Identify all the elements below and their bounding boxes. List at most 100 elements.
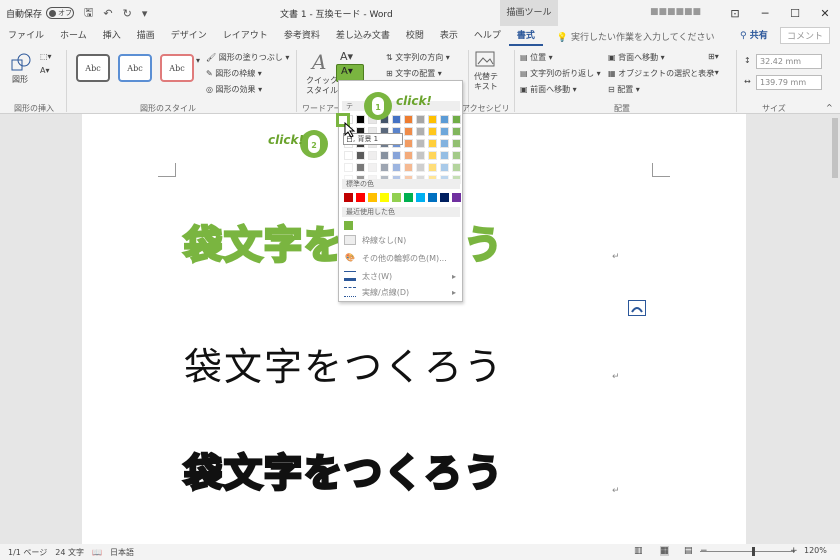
tab-review[interactable]: 校閲 [398, 26, 432, 46]
theme-color-swatch[interactable] [452, 115, 461, 124]
tab-layout[interactable]: レイアウト [215, 26, 276, 46]
save-icon[interactable]: 🖫 [84, 4, 93, 23]
theme-color-swatch[interactable] [440, 127, 449, 136]
theme-color-swatch[interactable] [392, 151, 401, 160]
print-layout-icon[interactable]: ▦ [660, 546, 669, 556]
zoom-out-icon[interactable]: − [700, 546, 708, 556]
theme-color-swatch[interactable] [404, 139, 413, 148]
tell-me-search[interactable]: 💡 実行したい作業を入力してください [557, 30, 715, 43]
more-colors-item[interactable]: 🎨 その他の輪郭の色(M)... [342, 251, 460, 265]
tab-design[interactable]: デザイン [163, 26, 215, 46]
tab-mailings[interactable]: 差し込み文書 [328, 26, 398, 46]
theme-color-swatch[interactable] [392, 115, 401, 124]
theme-color-swatch[interactable] [440, 163, 449, 172]
customize-qat-icon[interactable]: ▾ [142, 7, 148, 20]
weight-item[interactable]: 太さ(W) ▸ [342, 269, 460, 283]
theme-color-swatch[interactable] [428, 139, 437, 148]
theme-color-swatch[interactable] [356, 115, 365, 124]
theme-color-swatch[interactable] [368, 151, 377, 160]
tab-insert[interactable]: 挿入 [95, 26, 129, 46]
alt-text-label[interactable]: 代替テ キスト [474, 72, 498, 92]
theme-color-swatch[interactable] [416, 151, 425, 160]
vertical-scrollbar[interactable] [830, 114, 840, 544]
width-input[interactable]: 139.79 mm [756, 75, 822, 90]
no-outline-item[interactable]: 枠線なし(N) [342, 233, 460, 247]
theme-color-swatch[interactable] [428, 163, 437, 172]
standard-color-swatch[interactable] [344, 193, 353, 202]
quick-styles-icon[interactable]: A [312, 50, 326, 74]
autosave-toggle[interactable]: オフ [46, 7, 75, 19]
language[interactable]: 日本語 [110, 547, 134, 558]
align-button[interactable]: ⊟ 配置 ▾ [608, 84, 640, 95]
close-button[interactable]: ✕ [810, 0, 840, 26]
zoom-slider[interactable] [700, 551, 795, 552]
tab-format[interactable]: 書式 [508, 26, 543, 46]
wrap-text-button[interactable]: ▤ 文字列の折り返し ▾ [520, 68, 601, 79]
style-preset-1[interactable]: Abc [76, 54, 110, 82]
theme-color-swatch[interactable] [404, 127, 413, 136]
alt-text-icon[interactable] [474, 50, 496, 70]
tab-view[interactable]: 表示 [432, 26, 466, 46]
text-line-bold[interactable]: 袋文字をつくろう [182, 442, 504, 497]
theme-color-swatch[interactable] [428, 127, 437, 136]
theme-color-swatch[interactable] [344, 163, 353, 172]
read-mode-icon[interactable]: ▥ [634, 546, 643, 556]
theme-color-swatch[interactable] [440, 151, 449, 160]
theme-color-swatch[interactable] [452, 127, 461, 136]
theme-color-swatch[interactable] [452, 139, 461, 148]
theme-color-swatch[interactable] [368, 163, 377, 172]
comment-button[interactable]: コメント [780, 27, 831, 44]
tab-draw[interactable]: 描画 [129, 26, 163, 46]
shape-effects-button[interactable]: ◎ 図形の効果 ▾ [206, 84, 262, 95]
quick-styles-label[interactable]: クイック スタイル [306, 76, 338, 96]
text-fill-icon[interactable]: A▾ [340, 50, 353, 63]
style-preset-2[interactable]: Abc [118, 54, 152, 82]
tab-file[interactable]: ファイル [0, 26, 52, 46]
style-preset-3[interactable]: Abc [160, 54, 194, 82]
theme-color-swatch[interactable] [440, 139, 449, 148]
web-layout-icon[interactable]: ▤ [684, 546, 693, 556]
undo-icon[interactable]: ↶ [103, 7, 112, 20]
standard-color-swatch[interactable] [392, 193, 401, 202]
text-direction-button[interactable]: ⇅ 文字列の方向 ▾ [386, 52, 450, 63]
theme-color-swatch[interactable] [452, 151, 461, 160]
theme-color-swatch[interactable] [356, 163, 365, 172]
layout-options-icon[interactable] [628, 300, 646, 316]
shape-fill-button[interactable]: 🖌 図形の塗りつぶし ▾ [206, 52, 289, 63]
dashes-item[interactable]: 実線/点線(D) ▸ [342, 285, 460, 299]
tab-references[interactable]: 参考資料 [276, 26, 328, 46]
position-button[interactable]: ▤ 位置 ▾ [520, 52, 553, 63]
edit-shape-icon[interactable]: ⬚▾ [40, 52, 52, 61]
theme-color-swatch[interactable] [428, 151, 437, 160]
height-input[interactable]: 32.42 mm [756, 54, 822, 69]
tab-home[interactable]: ホーム [52, 26, 95, 46]
page-count[interactable]: 1/1 ページ [8, 547, 47, 558]
theme-color-swatch[interactable] [344, 151, 353, 160]
send-backward-button[interactable]: ▣ 背面へ移動 ▾ [608, 52, 665, 63]
standard-color-swatch[interactable] [428, 193, 437, 202]
rotate-icon[interactable]: ⟳▾ [708, 68, 719, 77]
theme-color-swatch[interactable] [392, 163, 401, 172]
standard-color-swatch[interactable] [440, 193, 449, 202]
text-line-plain[interactable]: 袋文字をつくろう [184, 336, 504, 391]
collapse-ribbon-icon[interactable]: ^ [826, 103, 833, 112]
minimize-button[interactable]: ─ [750, 0, 780, 26]
textbox-icon[interactable]: A▾ [40, 66, 50, 75]
theme-color-swatch[interactable] [416, 115, 425, 124]
theme-color-swatch[interactable] [440, 115, 449, 124]
theme-color-swatch[interactable] [404, 115, 413, 124]
word-count[interactable]: 24 文字 [55, 547, 84, 558]
theme-color-swatch[interactable] [428, 115, 437, 124]
theme-color-swatch[interactable] [416, 163, 425, 172]
theme-color-swatch[interactable] [452, 163, 461, 172]
zoom-level[interactable]: 120% [804, 546, 827, 555]
theme-color-swatch[interactable] [380, 151, 389, 160]
standard-color-swatch[interactable] [368, 193, 377, 202]
standard-color-swatch[interactable] [452, 193, 461, 202]
text-align-button[interactable]: ⊞ 文字の配置 ▾ [386, 68, 442, 79]
theme-color-swatch[interactable] [356, 151, 365, 160]
standard-color-swatch[interactable] [380, 193, 389, 202]
zoom-in-icon[interactable]: + [790, 546, 798, 556]
shape-outline-button[interactable]: ✎ 図形の枠線 ▾ [206, 68, 262, 79]
group-icon[interactable]: ⊞▾ [708, 52, 719, 61]
